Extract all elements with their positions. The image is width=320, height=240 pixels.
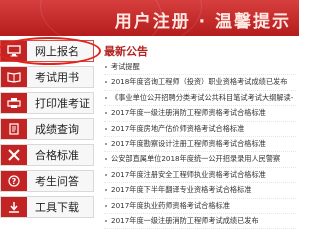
sidebar-nav: 网上报名 考试用书 打印准考证 成绩查询 合格标准 ? 考生问答 工具下载	[0, 37, 101, 222]
sidebar-item-label: 考生问答	[35, 175, 79, 188]
news-item-link[interactable]: 2017年度执业药师资格考试合格标准	[104, 199, 296, 214]
sidebar-item-label: 网上报名	[35, 45, 79, 58]
question-icon: ?	[1, 171, 27, 191]
news-item-link[interactable]: 2017年度注册安全工程师执业资格考试合格标准	[104, 168, 296, 184]
sidebar-item-online-registration[interactable]: 网上报名	[0, 37, 101, 65]
announcements-panel: 最新公告 考试提醒 2018年度咨询工程师（投资）职业资格考试成绩已发布 《事业…	[104, 43, 296, 230]
news-item-link[interactable]: 2017年度下半年翻译专业资格考试合格标准	[104, 183, 296, 199]
news-item-link[interactable]: 2017年度勘察设计注册工程师资格考试合格标准	[104, 137, 296, 153]
sidebar-item-label: 打印准考证	[35, 97, 90, 110]
document-icon	[1, 119, 27, 139]
banner-title: 用户注册 · 温馨提示	[114, 12, 291, 32]
sidebar-item-candidate-qa[interactable]: ? 考生问答	[0, 170, 94, 192]
sidebar-item-exam-books[interactable]: 考试用书	[0, 66, 94, 88]
news-item-link[interactable]: 2017年度房地产估价师资格考试合格标准	[104, 122, 296, 137]
printer-icon	[1, 93, 27, 113]
download-icon	[1, 197, 27, 217]
tools-icon	[1, 145, 27, 165]
sidebar-item-label: 成绩查询	[35, 123, 79, 136]
sidebar-item-label: 考试用书	[35, 71, 79, 84]
section-title: 最新公告	[104, 45, 148, 58]
news-item-link[interactable]: 考试提醒	[104, 60, 296, 76]
sidebar-item-tool-download[interactable]: 工具下载	[0, 196, 94, 218]
news-item-link[interactable]: 2017年度一级注册消防工程师资格考试合格标准	[104, 106, 296, 122]
book-icon	[1, 67, 27, 87]
header-banner: 用户注册 · 温馨提示	[0, 0, 299, 36]
news-item-link[interactable]: 公安部直属单位2018年度统一公开招录录用人民警察	[104, 152, 296, 168]
monitor-icon	[1, 41, 27, 61]
news-item-link[interactable]: 《事业单位公开招聘分类考试公共科目笔试考试大纲解读-	[104, 91, 296, 107]
news-item-link[interactable]: 2017年度一级注册消防工程师考试成绩已发布	[104, 214, 296, 230]
sidebar-item-label: 工具下载	[35, 201, 79, 214]
sidebar-item-pass-standard[interactable]: 合格标准	[0, 144, 94, 166]
sidebar-item-score-query[interactable]: 成绩查询	[0, 118, 94, 140]
svg-text:?: ?	[12, 177, 17, 186]
sidebar-item-label: 合格标准	[35, 149, 79, 162]
news-list: 考试提醒 2018年度咨询工程师（投资）职业资格考试成绩已发布 《事业单位公开招…	[104, 60, 296, 230]
sidebar-item-print-admission[interactable]: 打印准考证	[0, 92, 94, 114]
news-item-link[interactable]: 2018年度咨询工程师（投资）职业资格考试成绩已发布	[104, 75, 296, 91]
